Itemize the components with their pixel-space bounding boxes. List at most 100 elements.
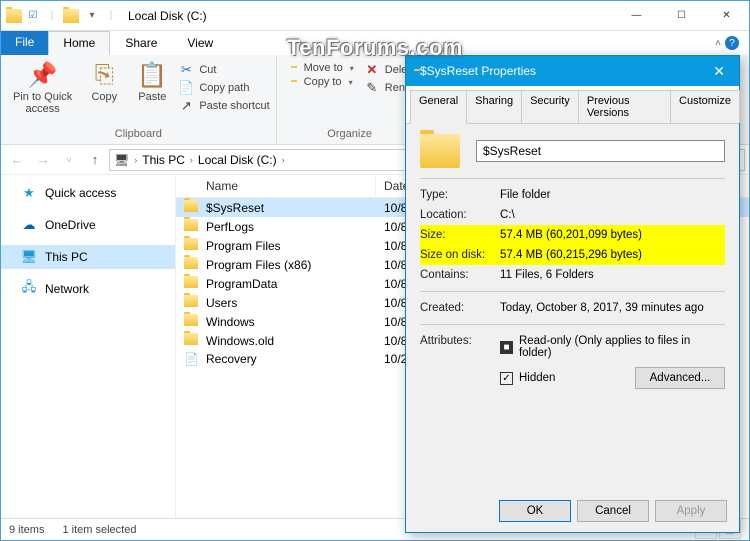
chevron-down-icon: ▾ (349, 78, 353, 87)
copy-button[interactable]: ⎘Copy (82, 57, 126, 105)
folder-icon (184, 333, 200, 345)
dialog-tabs: GeneralSharingSecurityPrevious VersionsC… (406, 86, 739, 124)
titlebar[interactable]: ☑ | ▾ | Local Disk (C:) — ☐ ✕ (1, 1, 749, 31)
contains-value: 11 Files, 6 Folders (500, 269, 725, 281)
folder-icon (184, 200, 200, 212)
paste-button[interactable]: 📋Paste (130, 57, 174, 105)
recent-dropdown[interactable]: ˅ (57, 148, 81, 172)
cut-icon: ✂ (178, 62, 194, 78)
sidebar-item-label: Network (45, 282, 89, 296)
sidebar-item-onedrive[interactable]: ☁ OneDrive (1, 213, 175, 237)
folder-icon (184, 219, 200, 231)
delete-icon: ✕ (364, 62, 380, 78)
apply-button[interactable]: Apply (655, 500, 727, 522)
folder-icon (184, 238, 200, 250)
size-label: Size: (420, 229, 500, 241)
help-button[interactable]: ˄ ? (705, 31, 749, 55)
sidebar-icon: ★ (21, 185, 37, 201)
share-tab[interactable]: Share (110, 31, 172, 55)
chevron-down-icon: ▾ (350, 64, 354, 73)
col-name[interactable]: Name (176, 175, 376, 197)
view-tab[interactable]: View (172, 31, 228, 55)
home-tab[interactable]: Home (48, 31, 110, 55)
organize-group-label: Organize (327, 128, 372, 142)
folder-icon (6, 8, 22, 24)
sizeondisk-label: Size on disk: (420, 249, 500, 261)
folder-icon (420, 134, 460, 168)
crumb-thispc[interactable]: This PC (142, 153, 185, 167)
tab-previous-versions[interactable]: Previous Versions (578, 90, 671, 123)
location-value: C:\ (500, 209, 725, 221)
tab-security[interactable]: Security (521, 90, 579, 123)
tab-customize[interactable]: Customize (670, 90, 740, 123)
size-value: 57.4 MB (60,201,099 bytes) (500, 229, 725, 241)
sidebar-item-label: Quick access (45, 186, 116, 200)
tab-general[interactable]: General (410, 90, 467, 124)
copyto-button[interactable]: Copy to▾ (283, 75, 354, 89)
folder-icon-2 (63, 8, 79, 24)
copypath-button[interactable]: 📄Copy path (178, 79, 269, 97)
chevron-right-icon: › (131, 155, 140, 165)
sidebar-icon: 🖧 (21, 281, 37, 297)
sidebar-item-label: This PC (45, 250, 88, 264)
divider: | (103, 8, 119, 24)
cancel-button[interactable]: Cancel (577, 500, 649, 522)
clipboard-group-label: Clipboard (115, 128, 162, 142)
maximize-button[interactable]: ☐ (659, 1, 704, 31)
location-label: Location: (420, 209, 500, 221)
forward-button[interactable]: → (31, 148, 55, 172)
pasteshortcut-button[interactable]: ↗Paste shortcut (178, 97, 269, 115)
props-quick-icon[interactable]: ☑ (25, 8, 41, 24)
sidebar-item-quick-access[interactable]: ★ Quick access (1, 181, 175, 205)
dialog-titlebar[interactable]: $SysReset Properties ✕ (406, 56, 739, 86)
file-name: Windows.old (206, 334, 274, 348)
ok-button[interactable]: OK (499, 500, 571, 522)
cut-button[interactable]: ✂Cut (178, 61, 269, 79)
chevron-right-icon: › (187, 155, 196, 165)
back-button[interactable]: ← (5, 148, 29, 172)
pin-icon: 📌 (28, 59, 58, 91)
dialog-close-button[interactable]: ✕ (707, 63, 731, 80)
file-menu[interactable]: File (1, 31, 48, 55)
close-button[interactable]: ✕ (704, 1, 749, 31)
file-name: Recovery (206, 352, 257, 366)
selected-count: 1 item selected (62, 524, 136, 536)
sidebar-item-label: OneDrive (45, 218, 96, 232)
folder-icon (184, 314, 200, 326)
tab-sharing[interactable]: Sharing (466, 90, 522, 123)
minimize-button[interactable]: — (614, 1, 659, 31)
shortcut-icon: ↗ (178, 98, 194, 114)
created-label: Created: (420, 302, 500, 314)
file-name: Program Files (206, 239, 281, 253)
contains-label: Contains: (420, 269, 500, 281)
crumb-localdisk[interactable]: Local Disk (C:) (198, 153, 277, 167)
copy-icon: ⎘ (95, 59, 114, 91)
sidebar: ★ Quick access ☁ OneDrive 🖥 This PC 🖧 Network (1, 175, 176, 518)
copypath-icon: 📄 (178, 80, 194, 96)
name-field[interactable] (476, 140, 725, 162)
rename-icon: ✎ (364, 80, 380, 96)
type-value: File folder (500, 189, 725, 201)
attributes-label: Attributes: (420, 335, 500, 347)
folder-icon (184, 295, 200, 307)
sidebar-icon: 🖥 (21, 249, 37, 265)
sidebar-item-network[interactable]: 🖧 Network (1, 277, 175, 301)
sizeondisk-value: 57.4 MB (60,215,296 bytes) (500, 249, 725, 261)
up-button[interactable]: ↑ (83, 148, 107, 172)
dialog-body: Type:File folder Location:C:\ Size:57.4 … (406, 124, 739, 403)
chevron-up-icon: ˄ (715, 38, 721, 49)
readonly-checkbox[interactable]: ■ (500, 341, 513, 354)
sidebar-item-this-pc[interactable]: 🖥 This PC (1, 245, 175, 269)
readonly-label: Read-only (Only applies to files in fold… (519, 335, 725, 359)
type-label: Type: (420, 189, 500, 201)
pin-button[interactable]: 📌Pin to Quick access (7, 57, 78, 117)
file-name: PerfLogs (206, 220, 254, 234)
file-name: $SysReset (206, 201, 264, 215)
item-count: 9 items (9, 524, 44, 536)
menubar: File Home Share View ˄ ? (1, 31, 749, 55)
sidebar-icon: ☁ (21, 217, 37, 233)
hidden-checkbox[interactable]: ✓ (500, 372, 513, 385)
qat-dropdown[interactable]: ▾ (84, 8, 100, 24)
advanced-button[interactable]: Advanced... (635, 367, 725, 389)
moveto-button[interactable]: Move to▾ (283, 61, 354, 75)
